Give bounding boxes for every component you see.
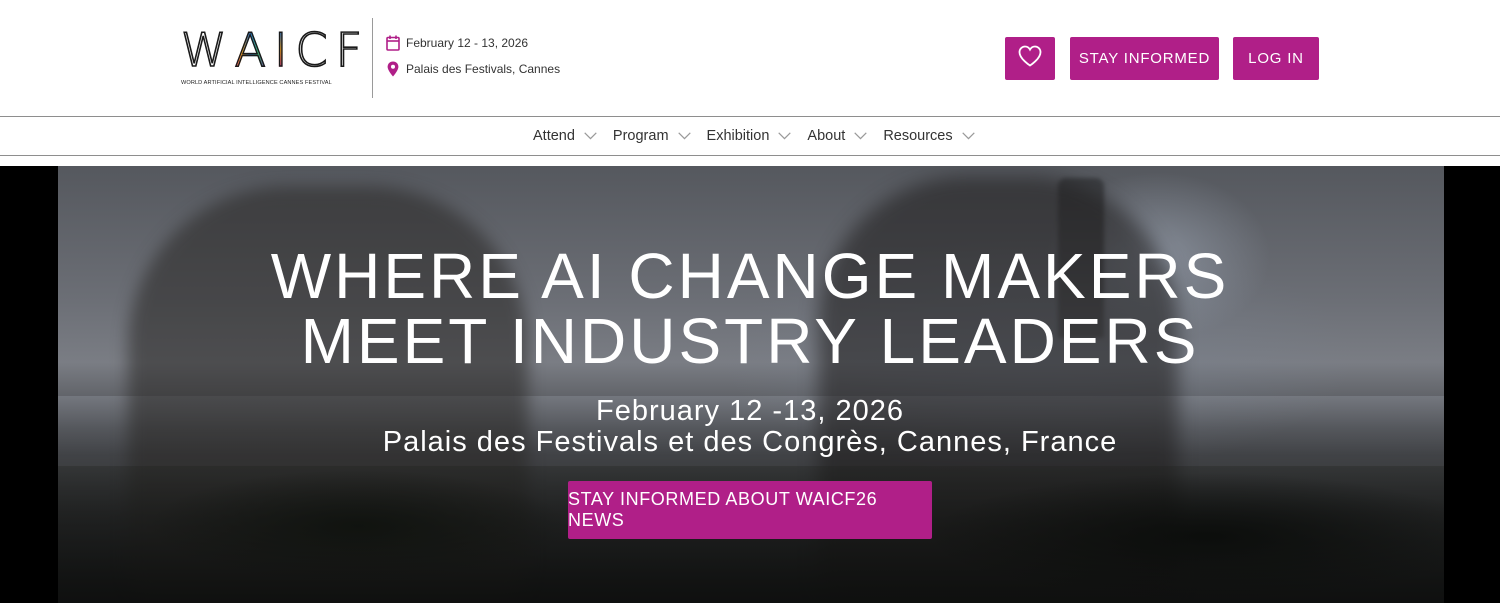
logo-letter-w: W [180,23,227,77]
calendar-icon [386,35,400,51]
nav-item-label: About [807,128,846,144]
nav-item-exhibition[interactable]: Exhibition [707,128,792,144]
main-nav: Attend Program Exhibition About Resource… [0,116,1500,156]
heart-icon [1018,45,1042,72]
hero-date: February 12 -13, 2026 [596,395,904,427]
chevron-down-icon [854,132,868,140]
nav-item-attend[interactable]: Attend [533,128,597,144]
header-divider [372,18,373,98]
hero-venue: Palais des Festivals et des Congrès, Can… [382,426,1118,458]
logo-letter-i: I [273,23,288,77]
map-pin-icon [386,61,400,77]
event-info: February 12 - 13, 2026 Palais des Festiv… [386,34,560,86]
chevron-down-icon [778,132,792,140]
site-header: W A I C F WORLD ARTIFICIAL INTELLIGENCE … [0,0,1500,116]
nav-list: Attend Program Exhibition About Resource… [533,117,991,155]
favorites-button[interactable] [1005,37,1055,80]
nav-item-label: Attend [533,128,575,144]
event-location: Palais des Festivals, Cannes [406,62,561,76]
nav-item-program[interactable]: Program [613,128,691,144]
hero-title-line-2: MEET INDUSTRY LEADERS [300,305,1200,377]
logo-letter-a: A [234,23,267,77]
nav-item-label: Exhibition [706,128,770,144]
nav-item-label: Resources [883,128,953,144]
chevron-down-icon [961,132,975,140]
event-location-row: Palais des Festivals, Cannes [386,60,560,78]
event-date-row: February 12 - 13, 2026 [386,34,560,52]
chevron-down-icon [677,132,691,140]
event-date: February 12 - 13, 2026 [406,36,529,50]
stay-informed-news-button[interactable]: STAY INFORMED ABOUT WAICF26 NEWS [568,481,932,539]
login-button[interactable]: LOG IN [1233,37,1319,80]
nav-item-about[interactable]: About [807,128,868,144]
logo-letter-c: C [295,23,329,77]
hero-title-line-1: WHERE AI CHANGE MAKERS [270,240,1230,312]
nav-item-label: Program [612,128,669,144]
chevron-down-icon [584,132,597,140]
nav-item-resources[interactable]: Resources [883,128,975,144]
logo-letter-f: F [335,23,363,77]
waicf-logo[interactable]: W A I C F WORLD ARTIFICIAL INTELLIGENCE … [180,23,363,92]
logo-wordmark: W A I C F [180,23,363,77]
stay-informed-button[interactable]: STAY INFORMED [1070,37,1219,80]
logo-tagline: WORLD ARTIFICIAL INTELLIGENCE CANNES FES… [181,80,332,86]
